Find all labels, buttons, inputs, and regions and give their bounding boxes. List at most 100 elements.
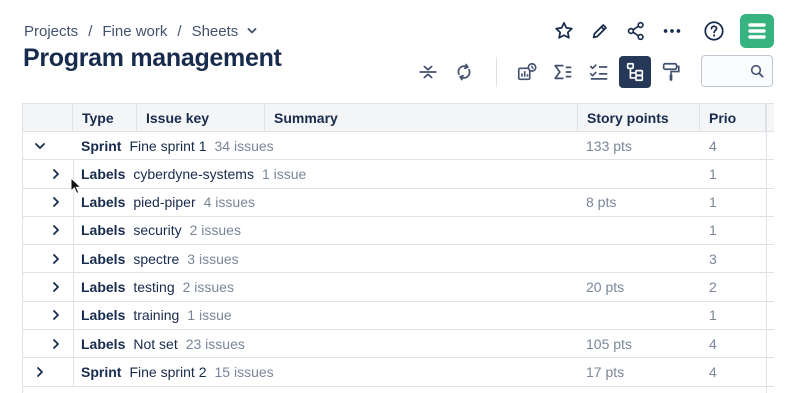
breadcrumb-separator: / — [88, 22, 93, 40]
more-icon[interactable] — [660, 19, 684, 43]
group-cell: Sprint Fine sprint 1 34 issues — [81, 132, 274, 159]
checklist-button[interactable] — [583, 56, 615, 88]
group-prio: 3 — [709, 250, 717, 267]
column-header-summary[interactable]: Summary — [265, 103, 578, 132]
chevron-right-icon — [53, 225, 59, 236]
chevron-down-icon — [248, 27, 257, 33]
group-issue-count: 34 issues — [214, 137, 274, 154]
group-type: Sprint — [81, 363, 122, 380]
paint-roller-button[interactable] — [655, 56, 687, 88]
group-cell: Sprint Fine sprint 2 15 issues — [81, 358, 274, 385]
expand-toggle[interactable] — [45, 302, 67, 329]
expand-toggle[interactable] — [29, 132, 51, 159]
expand-toggle[interactable] — [45, 217, 67, 244]
group-value: Fine sprint 2 — [129, 363, 207, 380]
group-issue-count: 1 issue — [261, 165, 307, 182]
column-header-issue-key[interactable]: Issue key — [137, 103, 265, 132]
group-story-points: 20 pts — [586, 279, 625, 295]
group-cell: Labels Not set 23 issues — [81, 330, 245, 357]
group-story-points: 17 pts — [586, 363, 625, 380]
group-type: Labels — [81, 307, 126, 324]
hierarchy-button[interactable] — [619, 56, 651, 88]
expand-toggle[interactable] — [45, 274, 67, 301]
toolbar — [412, 56, 687, 88]
expand-toggle[interactable] — [29, 358, 51, 385]
group-value: cyberdyne-systems — [133, 165, 254, 182]
share-icon[interactable] — [624, 19, 648, 43]
help-icon[interactable] — [702, 19, 726, 43]
group-prio: 4 — [709, 363, 717, 380]
group-value: security — [133, 222, 182, 239]
label-group-row[interactable]: Labels testing 2 issues 20 pts 2 — [22, 274, 774, 302]
sprint-group-row[interactable]: Sprint Fine sprint 1 34 issues 133 pts 4 — [22, 132, 774, 161]
group-prio: 1 — [709, 307, 717, 324]
search-icon[interactable] — [750, 64, 764, 78]
app-logo-icon — [748, 23, 766, 39]
group-prio: 4 — [709, 335, 717, 352]
chart-icon — [517, 62, 537, 81]
refresh-button[interactable] — [448, 56, 480, 88]
expand-toggle[interactable] — [45, 245, 67, 272]
group-value: pied-piper — [133, 194, 196, 211]
group-type: Labels — [81, 165, 126, 182]
group-prio: 2 — [709, 279, 717, 295]
group-cell: Labels training 1 issue — [81, 302, 232, 329]
grid-border-right — [766, 103, 767, 393]
chevron-right-icon — [37, 366, 43, 377]
group-cell: Labels cyberdyne-systems 1 issue — [81, 160, 306, 187]
sprint-group-row[interactable]: Sprint Fine sprint 2 15 issues 17 pts 4 — [22, 358, 774, 387]
group-prio: 1 — [709, 194, 717, 211]
label-group-row[interactable]: Labels security 2 issues 1 — [22, 217, 774, 246]
group-type: Labels — [81, 194, 126, 211]
toolbar-divider — [496, 57, 497, 87]
breadcrumb-fine-work[interactable]: Fine work — [102, 23, 167, 40]
collapse-rows-button[interactable] — [412, 56, 444, 88]
breadcrumb-projects[interactable]: Projects — [24, 23, 78, 40]
group-type: Sprint — [81, 137, 122, 154]
expand-toggle[interactable] — [45, 189, 67, 216]
checklist-icon — [589, 64, 608, 80]
refresh-icon — [457, 63, 471, 81]
group-story-points: 8 pts — [586, 194, 617, 211]
chevron-right-icon — [53, 310, 59, 321]
group-value: training — [133, 307, 180, 324]
chevron-right-icon — [53, 197, 59, 207]
app-logo[interactable] — [740, 14, 774, 48]
group-story-points: 133 pts — [586, 137, 632, 154]
chevron-right-icon — [53, 253, 59, 264]
collapse-rows-icon — [419, 65, 437, 79]
pencil-icon[interactable] — [588, 19, 612, 43]
chart-button[interactable] — [511, 56, 543, 88]
top-actions — [540, 14, 774, 48]
sum-button[interactable] — [547, 56, 579, 88]
column-header-story-points[interactable]: Story points — [578, 103, 700, 132]
sum-icon — [554, 64, 572, 80]
group-issue-count: 2 issues — [189, 222, 241, 239]
label-group-row[interactable]: Labels cyberdyne-systems 1 issue 1 — [22, 160, 774, 189]
mouse-cursor-icon — [70, 177, 82, 195]
label-group-row[interactable]: Labels spectre 3 issues 3 — [22, 245, 774, 274]
group-value: spectre — [133, 250, 180, 267]
chevron-right-icon — [53, 168, 59, 179]
column-header-prio[interactable]: Prio — [700, 103, 766, 132]
search-box — [701, 55, 773, 87]
star-icon[interactable] — [552, 19, 576, 43]
page-title: Program management — [23, 44, 282, 72]
label-group-row[interactable]: Labels pied-piper 4 issues 8 pts 1 — [22, 189, 774, 217]
group-story-points: 105 pts — [586, 335, 632, 352]
search-input[interactable] — [702, 56, 748, 86]
column-header-type[interactable]: Type — [73, 103, 137, 132]
expand-toggle[interactable] — [45, 330, 67, 357]
row-handle-header — [22, 103, 73, 132]
paint-roller-icon — [662, 62, 680, 81]
sheet-grid: Type Issue key Summary Story points Prio… — [22, 103, 774, 393]
group-prio: 1 — [709, 165, 717, 182]
group-cell: Labels spectre 3 issues — [81, 245, 239, 272]
column-header-extra — [766, 103, 774, 132]
chevron-right-icon — [53, 338, 59, 349]
label-group-row[interactable]: Labels training 1 issue 1 — [22, 302, 774, 331]
group-issue-count: 23 issues — [185, 335, 245, 352]
label-group-row[interactable]: Labels Not set 23 issues 105 pts 4 — [22, 330, 774, 359]
expand-toggle[interactable] — [45, 160, 67, 187]
breadcrumb-sheets[interactable]: Sheets — [192, 23, 258, 40]
